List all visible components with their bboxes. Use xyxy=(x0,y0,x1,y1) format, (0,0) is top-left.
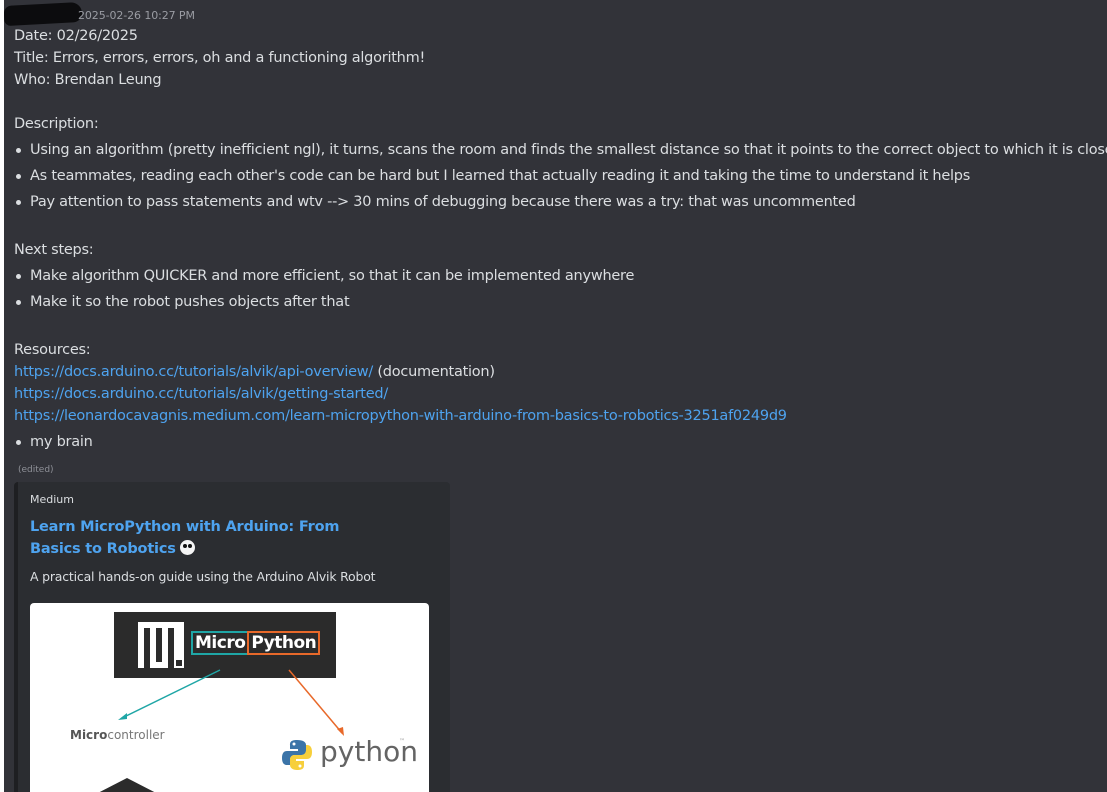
link-embed: Medium Learn MicroPython with Arduino: F… xyxy=(14,482,450,792)
resource-link-getting-started[interactable]: https://docs.arduino.cc/tutorials/alvik/… xyxy=(14,386,388,402)
next-steps-item: Make it so the robot pushes objects afte… xyxy=(15,294,350,310)
resource-note: (documentation) xyxy=(373,364,495,380)
robot-emoji-icon xyxy=(179,540,195,555)
description-item: As teammates, reading each other's code … xyxy=(15,168,971,184)
embed-description: A practical hands-on guide using the Ard… xyxy=(30,569,376,584)
message-panel: 2025-02-26 10:27 PM Date: 02/26/2025 Tit… xyxy=(4,0,1107,792)
resource-line: https://docs.arduino.cc/tutorials/alvik/… xyxy=(14,384,388,404)
python-trademark: ™ xyxy=(399,738,405,745)
edited-label: (edited) xyxy=(18,465,54,475)
resources-heading: Resources: xyxy=(14,342,91,358)
description-item: Using an algorithm (pretty inefficient n… xyxy=(15,140,1107,160)
resource-line: https://docs.arduino.cc/tutorials/alvik/… xyxy=(14,362,495,382)
microcontroller-label: Microcontroller xyxy=(70,728,165,742)
who-line: Who: Brendan Leung xyxy=(14,72,162,88)
description-heading: Description: xyxy=(14,116,99,132)
resource-link-api-overview[interactable]: https://docs.arduino.cc/tutorials/alvik/… xyxy=(14,364,373,380)
embed-image[interactable]: Micro Python Microcontroller python ™ xyxy=(30,603,429,792)
embed-provider: Medium xyxy=(30,493,74,506)
message-timestamp: 2025-02-26 10:27 PM xyxy=(78,9,195,22)
resource-link-medium-article[interactable]: https://leonardocavagnis.medium.com/lear… xyxy=(14,408,787,424)
title-line: Title: Errors, errors, errors, oh and a … xyxy=(14,50,426,66)
microcontroller-chip-icon xyxy=(99,778,155,792)
python-logo-icon xyxy=(282,740,312,770)
next-steps-heading: Next steps: xyxy=(14,242,94,258)
next-steps-item: Make algorithm QUICKER and more efficien… xyxy=(15,268,635,284)
description-item: Pay attention to pass statements and wtv… xyxy=(16,194,856,210)
redacted-username xyxy=(4,1,83,27)
embed-title-link[interactable]: Learn MicroPython with Arduino: From Bas… xyxy=(30,516,390,560)
date-line: Date: 02/26/2025 xyxy=(14,28,138,44)
resources-bullet: my brain xyxy=(16,434,93,450)
resource-line: https://leonardocavagnis.medium.com/lear… xyxy=(14,406,787,426)
